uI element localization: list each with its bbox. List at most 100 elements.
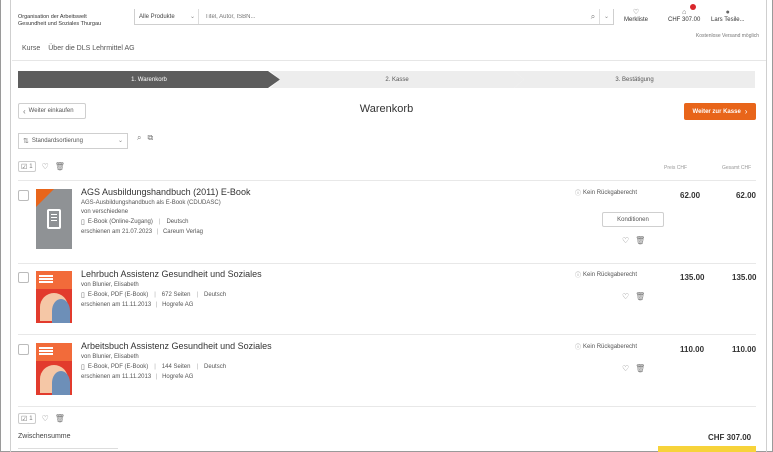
heart-icon[interactable]: ♡	[42, 414, 49, 423]
search-category-label: Alle Produkte	[139, 13, 175, 20]
info-circle-icon: ⓘ	[575, 345, 582, 351]
separator: |	[156, 229, 159, 235]
ebook-format-icon: ▯	[81, 219, 85, 226]
sort-icon: ⇅	[23, 138, 29, 145]
info-circle-icon: ⓘ	[575, 273, 582, 279]
product-subtitle: AGS-Ausbildungshandbuch als E-Book (CDUD…	[81, 200, 221, 206]
divider	[18, 263, 756, 264]
line-total: 110.00	[732, 345, 757, 354]
cart-item: AGS Ausbildungshandbuch (2011) E-Book AG…	[18, 186, 756, 260]
format-label: E-Book (Online-Zugang)	[87, 219, 153, 225]
no-return-notice: ⓘ Kein Rückgaberecht	[575, 188, 638, 198]
divider	[18, 448, 118, 449]
selected-count: 1	[29, 163, 33, 170]
wishlist-label: Merkliste	[624, 17, 649, 23]
sort-select[interactable]: ⇅ Standardsortierung ⌄	[18, 133, 128, 149]
item-checkbox[interactable]	[18, 190, 29, 201]
checkbox-icon: ☑	[21, 415, 28, 423]
search-icon[interactable]: ⌕	[137, 133, 141, 143]
sort-label: Standardsortierung	[31, 138, 83, 144]
item-checkbox[interactable]	[18, 272, 29, 283]
product-title[interactable]: Arbeitsbuch Assistenz Gesundheit und Soz…	[81, 341, 551, 351]
heart-icon[interactable]: ♡	[42, 162, 49, 171]
subtotal-label: Zwischensumme	[18, 433, 71, 440]
trash-icon[interactable]: 🗑	[635, 236, 645, 245]
product-author: von Blunier, Elisabeth	[81, 354, 139, 360]
checkout-steps: 1. Warenkorb 2. Kasse 3. Bestätigung	[18, 71, 755, 88]
product-cover-image[interactable]	[36, 343, 72, 395]
item-actions: ♡ 🗑	[622, 236, 645, 245]
publisher: Hogrefe AG	[162, 302, 194, 308]
chevron-down-icon: ⌄	[189, 14, 195, 20]
unit-price: 62.00	[680, 191, 701, 200]
product-title[interactable]: AGS Ausbildungshandbuch (2011) E-Book	[81, 187, 551, 197]
trash-icon[interactable]: 🗑	[635, 292, 645, 301]
date-prefix: erschienen am	[81, 374, 121, 380]
ebook-format-icon: ▯	[81, 292, 85, 299]
no-return-label: Kein Rückgaberecht	[583, 343, 638, 350]
language-label: Deutsch	[204, 364, 227, 370]
product-author: von verschiedene	[81, 209, 129, 215]
product-info: Arbeitsbuch Assistenz Gesundheit und Soz…	[81, 340, 551, 380]
free-shipping-note: Kostenlose Versand möglich	[695, 33, 759, 39]
page-count: 672 Seiten	[161, 292, 191, 298]
product-cover-image[interactable]	[36, 189, 72, 249]
separator: |	[154, 364, 156, 370]
nav-item-kurse[interactable]: Kurse	[22, 45, 40, 52]
publication-date: 11.11.2013	[122, 302, 152, 308]
format-label: E-Book, PDF (E-Book)	[87, 364, 149, 370]
org-line-1: Organisation der Arbeitswelt	[18, 14, 87, 20]
user-menu[interactable]: ● Lars Tesile...	[711, 9, 745, 23]
product-cover-image[interactable]	[36, 271, 72, 323]
search-icon[interactable]: ⌕	[587, 12, 599, 22]
publication-date: 11.11.2013	[122, 374, 152, 380]
cart-link[interactable]: ⌂ CHF 307.00	[668, 9, 700, 23]
format-label: E-Book, PDF (E-Book)	[87, 292, 149, 298]
org-logo-text[interactable]: Organisation der Arbeitswelt Gesundheit …	[18, 14, 128, 28]
item-actions: ♡ 🗑	[622, 292, 645, 301]
select-all-checkbox[interactable]: ☑ 1	[18, 413, 36, 424]
copy-icon[interactable]: ⧉	[147, 133, 153, 143]
heart-icon[interactable]: ♡	[622, 236, 629, 245]
cover-band	[36, 271, 72, 289]
separator: |	[155, 374, 158, 380]
trash-icon[interactable]: 🗑	[55, 162, 65, 171]
step-cart: 1. Warenkorb	[18, 71, 280, 88]
no-return-notice: ⓘ Kein Rückgaberecht	[575, 342, 638, 352]
heart-icon[interactable]: ♡	[622, 292, 629, 301]
heart-icon: ♡	[632, 9, 640, 16]
user-label: Lars Tesile...	[711, 17, 745, 23]
page-count: 144 Seiten	[161, 364, 191, 370]
ebook-device-icon	[47, 209, 61, 229]
proceed-to-checkout-button[interactable]: Weiter zur Kasse ›	[684, 103, 756, 120]
proceed-label: Weiter zur Kasse	[692, 108, 741, 115]
item-checkbox[interactable]	[18, 344, 29, 355]
unit-price: 110.00	[680, 345, 705, 354]
trash-icon[interactable]: 🗑	[55, 414, 65, 423]
trash-icon[interactable]: 🗑	[635, 364, 645, 373]
step-checkout: 2. Kasse	[270, 71, 524, 88]
product-info: AGS Ausbildungshandbuch (2011) E-Book AG…	[81, 186, 551, 235]
search-input[interactable]	[199, 9, 587, 24]
cart-total: CHF 307.00	[668, 17, 701, 23]
nav-item-about[interactable]: Über die DLS Lehrmittel AG	[48, 45, 134, 52]
no-return-label: Kein Rückgaberecht	[583, 189, 638, 196]
publication-date: 21.07.2023	[122, 229, 153, 235]
conditions-button[interactable]: Konditionen	[602, 212, 664, 227]
line-total: 62.00	[735, 191, 756, 200]
heart-icon[interactable]: ♡	[622, 364, 629, 373]
cover-text-lines	[39, 347, 53, 349]
no-return-notice: ⓘ Kein Rückgaberecht	[575, 270, 637, 280]
search-category-select[interactable]: Alle Produkte ⌄	[135, 9, 199, 24]
ebook-tag	[36, 189, 54, 207]
checkbox-icon: ☑	[21, 163, 28, 171]
date-prefix: erschienen am	[81, 302, 121, 308]
product-format: ▯ E-Book, PDF (E-Book) | 672 Seiten | De…	[81, 291, 551, 299]
cover-photo	[52, 371, 70, 395]
wishlist-link[interactable]: ♡ Merkliste	[624, 9, 648, 23]
select-all-checkbox[interactable]: ☑ 1	[18, 161, 36, 172]
date-prefix: erschienen am	[81, 229, 121, 235]
product-title[interactable]: Lehrbuch Assistenz Gesundheit und Sozial…	[81, 269, 551, 279]
page-title: Warenkorb	[359, 103, 414, 115]
search-dropdown-chevron-icon[interactable]: ⌄	[599, 9, 613, 24]
